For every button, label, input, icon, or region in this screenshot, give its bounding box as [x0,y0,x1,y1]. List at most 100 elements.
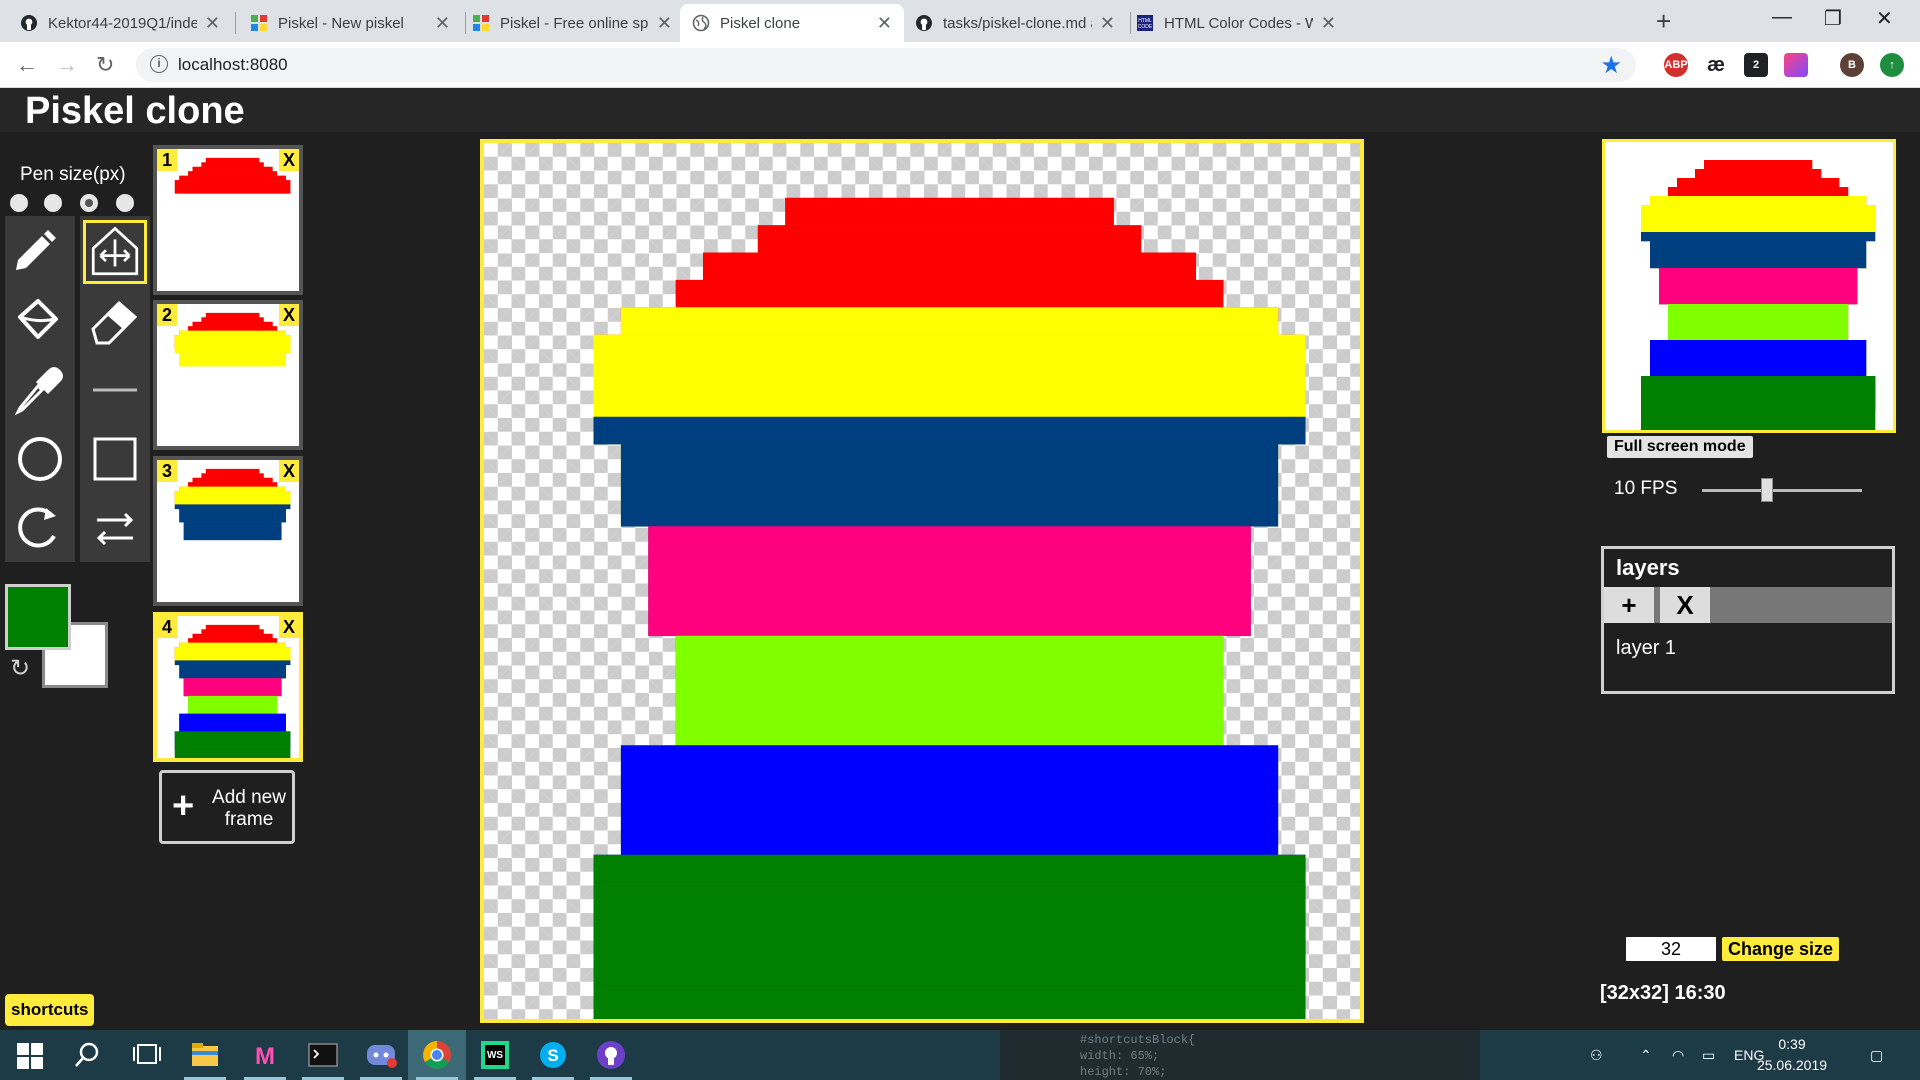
move-icon [91,226,139,276]
add-layer-button[interactable]: + [1604,587,1654,623]
browser-tab[interactable]: HTMLCODE HTML Color Codes - What's y ✕ [1124,4,1348,42]
code-line: #shortcutsBlock{ [1080,1033,1196,1047]
close-tab-icon[interactable]: ✕ [435,13,450,34]
gradient-extension-icon[interactable] [1784,53,1808,77]
frame-thumbnail[interactable]: 2X [153,300,303,450]
ae-extension-icon[interactable]: æ [1704,53,1728,77]
close-tab-icon[interactable]: ✕ [877,13,892,34]
frame-thumbnail[interactable]: 1X [153,145,303,295]
code-line: height: 70%; [1080,1065,1167,1079]
wifi-icon[interactable]: ◠ [1672,1030,1684,1080]
show-hidden-icons-icon[interactable]: ⌃ [1640,1030,1652,1080]
pixel-row [1668,331,1849,341]
profile-avatar-icon[interactable]: B [1840,53,1864,77]
pen-size-option[interactable] [10,194,28,212]
people-icon[interactable]: ⚇ [1590,1030,1603,1080]
browser-tab[interactable]: Piskel clone ✕ [680,4,904,42]
new-tab-button[interactable]: + [1656,6,1671,37]
pixel-row [188,700,278,706]
discord-taskbar-button[interactable] [352,1030,410,1080]
swap-tool[interactable] [83,496,147,560]
battery-icon[interactable]: ▭ [1702,1030,1715,1080]
file-explorer-taskbar-button[interactable] [176,1030,234,1080]
pixel-row [593,389,1306,418]
rectangle-tool[interactable] [83,427,147,491]
pixel-row [174,499,291,505]
adblock-plus-icon[interactable]: ABP [1664,53,1688,77]
pixel-row [179,486,286,492]
m-app-taskbar-button[interactable]: M [236,1030,294,1080]
tab-title: HTML Color Codes - What's y [1164,14,1313,32]
pen-size-option[interactable] [44,194,62,212]
shortcuts-button[interactable]: shortcuts [5,994,95,1026]
delete-layer-button[interactable]: X [1660,587,1710,623]
delete-frame-button[interactable]: X [278,149,299,171]
chrome-taskbar-button[interactable] [408,1030,466,1080]
frame-thumbnail[interactable]: 3X [153,456,303,606]
forward-icon[interactable]: → [56,52,78,78]
pixel-row [1659,295,1858,305]
line-tool[interactable] [83,358,147,422]
bookmark-star-icon[interactable]: ★ [1600,51,1622,80]
pixel-row [179,517,286,523]
fps-slider-thumb[interactable] [1760,478,1773,502]
github-desktop-taskbar-button[interactable] [582,1030,640,1080]
skype-taskbar-button[interactable]: S [524,1030,582,1080]
pixel-row [179,330,286,336]
pen-tool[interactable] [8,220,72,284]
tab-title: tasks/piskel-clone.md at 201 [943,14,1092,32]
layer-item[interactable]: layer 1 [1616,637,1676,660]
delete-frame-button[interactable]: X [278,304,299,326]
close-window-icon[interactable]: ✕ [1876,6,1893,31]
browser-tab[interactable]: tasks/piskel-clone.md at 201 ✕ [903,4,1127,42]
fps-label: 10 FPS [1614,478,1678,499]
close-tab-icon[interactable]: ✕ [1100,13,1115,34]
frame-thumbnail[interactable]: 4X [153,612,303,762]
reload-icon[interactable]: ↻ [96,52,114,78]
delete-frame-button[interactable]: X [278,460,299,482]
pen-size-option[interactable] [80,194,98,212]
site-info-icon[interactable]: i [150,55,168,73]
canvas-size-input[interactable] [1626,937,1716,961]
pixel-row [205,624,260,630]
full-screen-button[interactable]: Full screen mode [1607,436,1753,458]
notification-extension-icon[interactable]: 2 [1744,53,1768,77]
swap-colors-icon[interactable]: ↻ [10,654,30,683]
browser-tab[interactable]: Piskel - New piskel ✕ [238,4,462,42]
terminal-taskbar-button[interactable] [294,1030,352,1080]
back-icon[interactable]: ← [16,52,38,78]
pen-size-option[interactable] [116,194,134,212]
notifications-icon[interactable]: ▢ [1870,1030,1883,1080]
change-size-button[interactable]: Change size [1722,937,1840,961]
pixel-row [1650,358,1867,368]
close-tab-icon[interactable]: ✕ [1321,13,1336,34]
pixel-row [179,673,286,679]
drawing-canvas[interactable] [480,139,1364,1023]
close-tab-icon[interactable]: ✕ [657,13,672,34]
maximize-window-icon[interactable]: ❐ [1824,6,1842,31]
circle-tool[interactable] [8,427,72,491]
close-tab-icon[interactable]: ✕ [205,13,220,34]
eyedropper-tool[interactable] [8,358,72,422]
webstorm-taskbar-button[interactable]: WS [466,1030,524,1080]
browser-tab[interactable]: Kektor44-2019Q1/index.js at ✕ [8,4,232,42]
browser-tab[interactable]: Piskel - Free online sprite edi ✕ [460,4,684,42]
pixel-row [188,704,278,710]
add-new-frame-button[interactable]: + Add new frame [159,770,295,844]
bucket-tool[interactable] [8,289,72,353]
update-icon[interactable]: ↑ [1880,53,1904,77]
start-taskbar-button[interactable] [0,1030,58,1080]
system-clock[interactable]: 0:39 25.06.2019 [1752,1034,1832,1076]
delete-frame-button[interactable]: X [278,616,299,638]
search-taskbar-button[interactable] [60,1030,118,1080]
primary-color-swatch[interactable] [5,584,71,650]
frame-number: 3 [157,460,177,482]
rotate-tool[interactable] [8,496,72,560]
pixel-row [1641,421,1876,430]
address-bar[interactable]: i localhost:8080 ★ [136,48,1636,82]
fps-slider[interactable] [1702,489,1862,492]
task-view-taskbar-button[interactable] [118,1030,176,1080]
minimize-window-icon[interactable]: — [1772,6,1792,29]
eraser-tool[interactable] [83,289,147,353]
move-tool[interactable] [83,220,147,284]
